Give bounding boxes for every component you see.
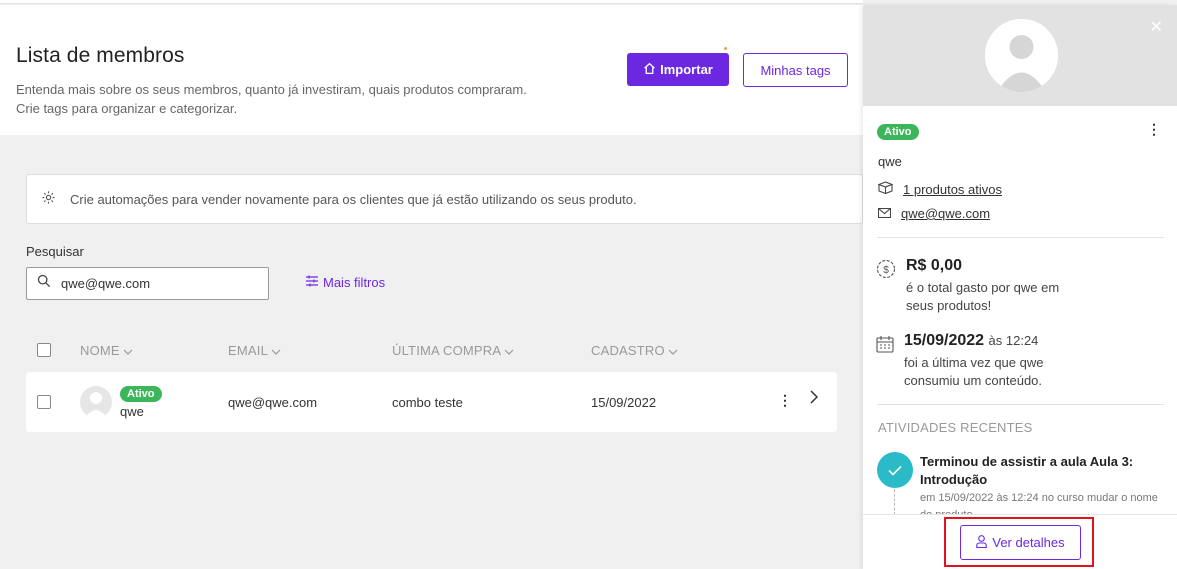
calendar-icon (876, 335, 894, 358)
top-divider (0, 0, 863, 4)
status-badge: Ativo (877, 124, 919, 140)
import-button-label: Importar (660, 62, 713, 77)
member-registered-date: 15/09/2022 (591, 395, 657, 410)
last-access-date: 15/09/2022 (904, 332, 985, 349)
select-all-checkbox[interactable] (37, 343, 51, 357)
column-label: CADASTRO (591, 343, 665, 358)
email-row: qwe@qwe.com (877, 206, 990, 221)
member-last-purchase: combo teste (392, 395, 463, 410)
active-products-row[interactable]: 1 produtos ativos (877, 181, 1002, 197)
divider (877, 237, 1164, 238)
coin-icon: $ (876, 259, 896, 284)
search-field[interactable] (26, 267, 269, 300)
import-button[interactable]: Importar (627, 53, 729, 86)
panel-footer: Ver detalhes (863, 514, 1177, 569)
page-title: Lista de membros (16, 44, 185, 67)
gear-icon (41, 190, 56, 208)
close-icon[interactable]: ✕ (1150, 17, 1163, 37)
page-header: Lista de membros Entenda mais sobre os s… (0, 5, 863, 135)
column-header-email[interactable]: EMAIL (228, 343, 281, 358)
recent-activities-title: ATIVIDADES RECENTES (878, 420, 1033, 435)
chevron-down-icon (123, 343, 133, 358)
active-products-link[interactable]: 1 produtos ativos (903, 182, 1002, 197)
last-access-row: 15/09/2022 às 12:24 (904, 332, 1038, 350)
more-options-icon[interactable]: ⋮ (1147, 121, 1161, 138)
last-access-text-line1: foi a última vez que qwe (904, 355, 1044, 370)
search-icon (37, 274, 51, 293)
more-filters-button[interactable]: Mais filtros (305, 275, 385, 290)
panel-header: ✕ (863, 5, 1177, 106)
highlight-box (944, 517, 1094, 567)
member-detail-panel: ✕ Ativo ⋮ qwe 1 produtos ativos qwe@qwe.… (863, 5, 1177, 569)
column-label: EMAIL (228, 343, 269, 358)
divider (877, 404, 1164, 405)
chevron-down-icon (271, 343, 281, 358)
last-access-time: às 12:24 (988, 333, 1039, 348)
page-subtitle-line1: Entenda mais sobre os seus membros, quan… (16, 82, 527, 97)
chevron-down-icon (504, 343, 514, 358)
box-icon (877, 181, 894, 197)
more-filters-label: Mais filtros (323, 275, 386, 290)
home-icon (643, 62, 656, 78)
member-email-link[interactable]: qwe@qwe.com (901, 206, 990, 221)
row-checkbox[interactable] (37, 395, 51, 409)
member-name: qwe (878, 154, 902, 169)
total-spent-text-line1: é o total gasto por qwe em (906, 280, 1060, 295)
member-name: qwe (120, 404, 144, 419)
column-label: NOME (80, 343, 120, 358)
activity-date: em 15/09/2022 às 12:24 (920, 492, 1039, 504)
automation-banner[interactable]: Crie automações para vender novamente pa… (26, 174, 863, 224)
avatar (985, 19, 1058, 92)
mail-icon (877, 206, 892, 221)
my-tags-button[interactable]: Minhas tags (743, 53, 848, 87)
activity-meta: em 15/09/2022 às 12:24 no curso mudar o … (920, 490, 1170, 514)
accent-dot (724, 47, 727, 50)
chevron-right-icon[interactable] (810, 390, 819, 409)
total-spent-value: R$ 0,00 (906, 257, 963, 274)
column-header-registered[interactable]: CADASTRO (591, 343, 678, 358)
member-email: qwe@qwe.com (228, 395, 318, 410)
svg-text:$: $ (883, 265, 889, 276)
total-spent-text-line2: seus produtos! (906, 298, 992, 313)
chevron-down-icon (668, 343, 678, 358)
table-row[interactable]: Ativo qwe qwe@qwe.com combo teste 15/09/… (26, 372, 837, 432)
sliders-icon (305, 275, 319, 290)
timeline-connector (894, 489, 895, 515)
check-icon (877, 452, 913, 488)
status-badge: Ativo (120, 386, 162, 402)
more-options-icon[interactable]: ⋮ (778, 392, 792, 409)
column-header-name[interactable]: NOME (80, 343, 133, 358)
column-header-last-purchase[interactable]: ÚLTIMA COMPRA (392, 343, 514, 358)
column-label: ÚLTIMA COMPRA (392, 343, 502, 358)
avatar (80, 386, 112, 418)
automation-text: Crie automações para vender novamente pa… (70, 191, 637, 207)
last-access-text-line2: consumiu um conteúdo. (904, 373, 1043, 388)
search-input[interactable] (61, 276, 251, 291)
page-subtitle-line2: Crie tags para organizar e categorizar. (16, 101, 238, 116)
activity-title: Terminou de assistir a aula Aula 3: Intr… (920, 454, 1134, 487)
search-label: Pesquisar (26, 244, 84, 259)
